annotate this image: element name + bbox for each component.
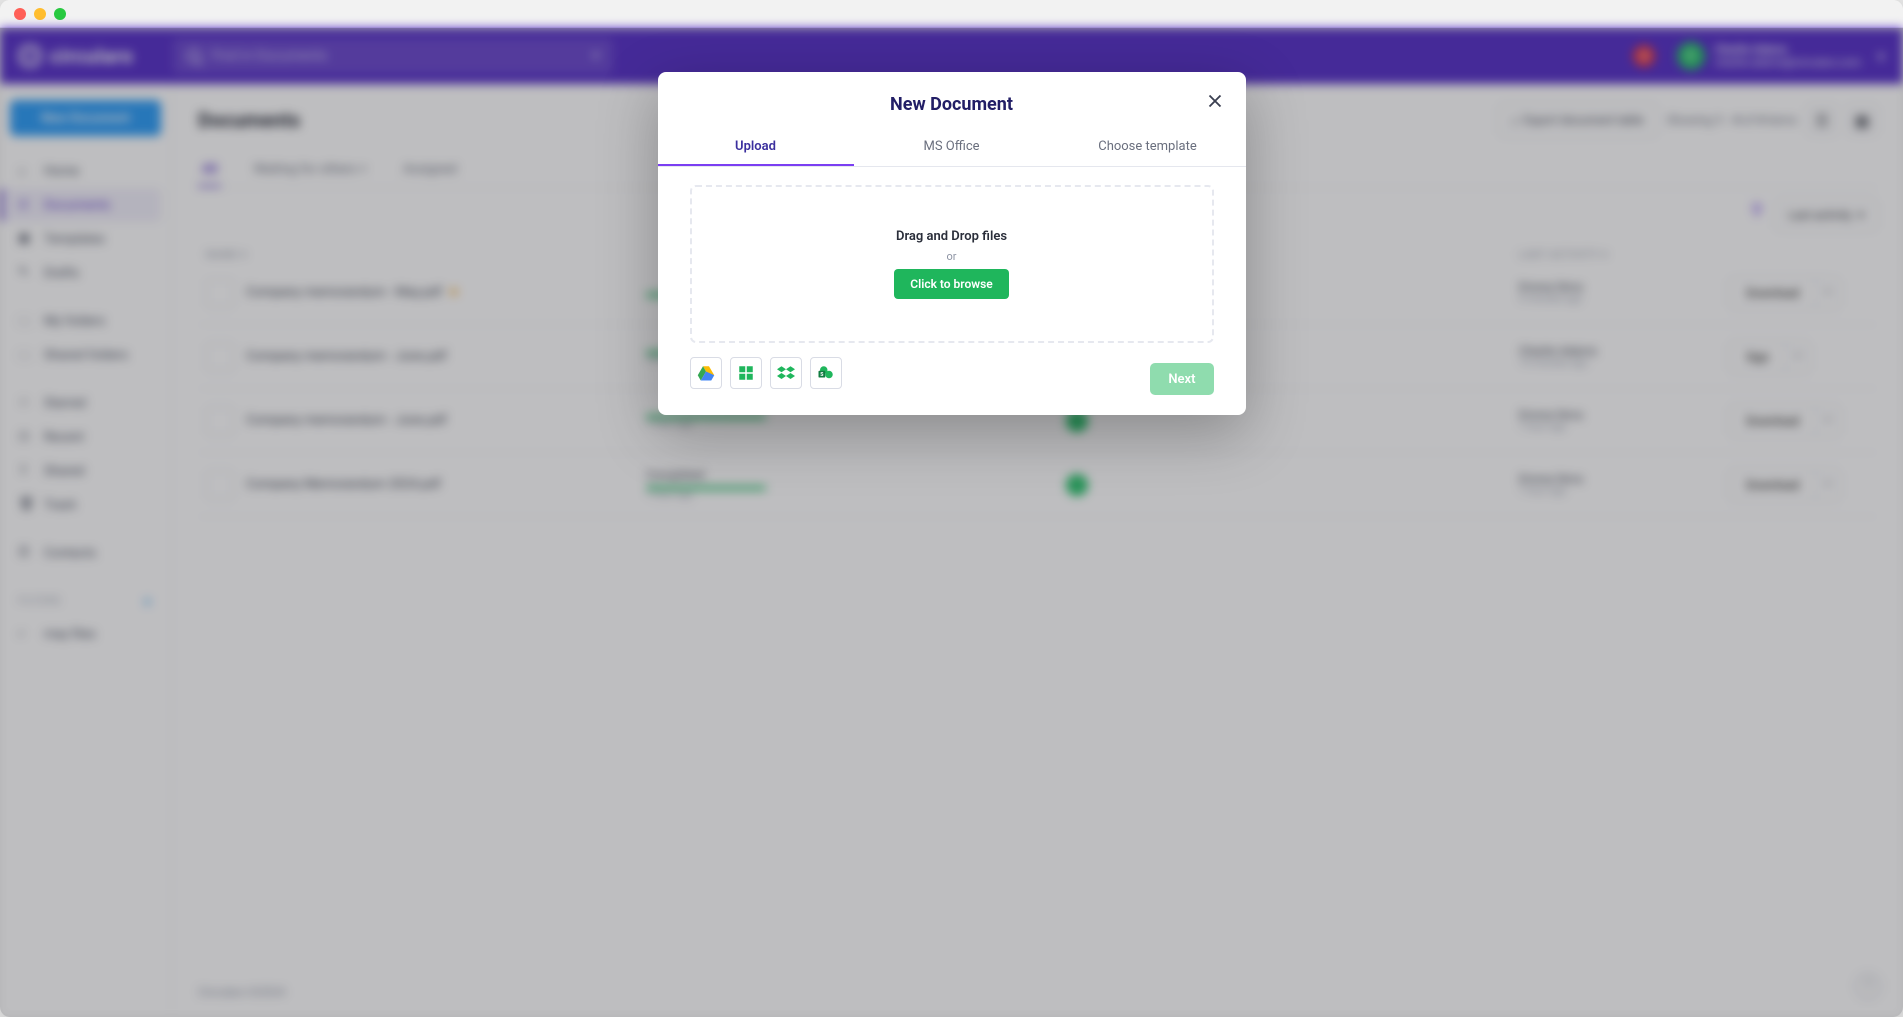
modal-scrim[interactable]: New Document Upload MS Office Choose tem…	[0, 28, 1903, 1017]
browse-button[interactable]: Click to browse	[894, 269, 1009, 299]
dropzone-title: Drag and Drop files	[896, 229, 1007, 244]
modal-tabs: Upload MS Office Choose template	[658, 129, 1246, 167]
mac-zoom[interactable]	[54, 8, 66, 20]
dropbox-button[interactable]	[770, 357, 802, 389]
upload-dropzone[interactable]: Drag and Drop files or Click to browse	[690, 185, 1214, 343]
modal-tab-template[interactable]: Choose template	[1050, 129, 1246, 166]
modal-tab-upload[interactable]: Upload	[658, 129, 854, 166]
mac-close[interactable]	[14, 8, 26, 20]
cloud-provider-row: S	[690, 357, 1214, 389]
new-document-modal: New Document Upload MS Office Choose tem…	[658, 72, 1246, 415]
modal-title: New Document	[658, 72, 1246, 129]
close-icon[interactable]	[1204, 90, 1226, 112]
google-drive-button[interactable]	[690, 357, 722, 389]
mac-minimize[interactable]	[34, 8, 46, 20]
onedrive-button[interactable]	[730, 357, 762, 389]
dropzone-or: or	[946, 250, 956, 263]
sharepoint-button[interactable]: S	[810, 357, 842, 389]
mac-titlebar	[0, 0, 1903, 28]
modal-tab-msoffice[interactable]: MS Office	[854, 129, 1050, 166]
next-button[interactable]: Next	[1150, 363, 1213, 395]
